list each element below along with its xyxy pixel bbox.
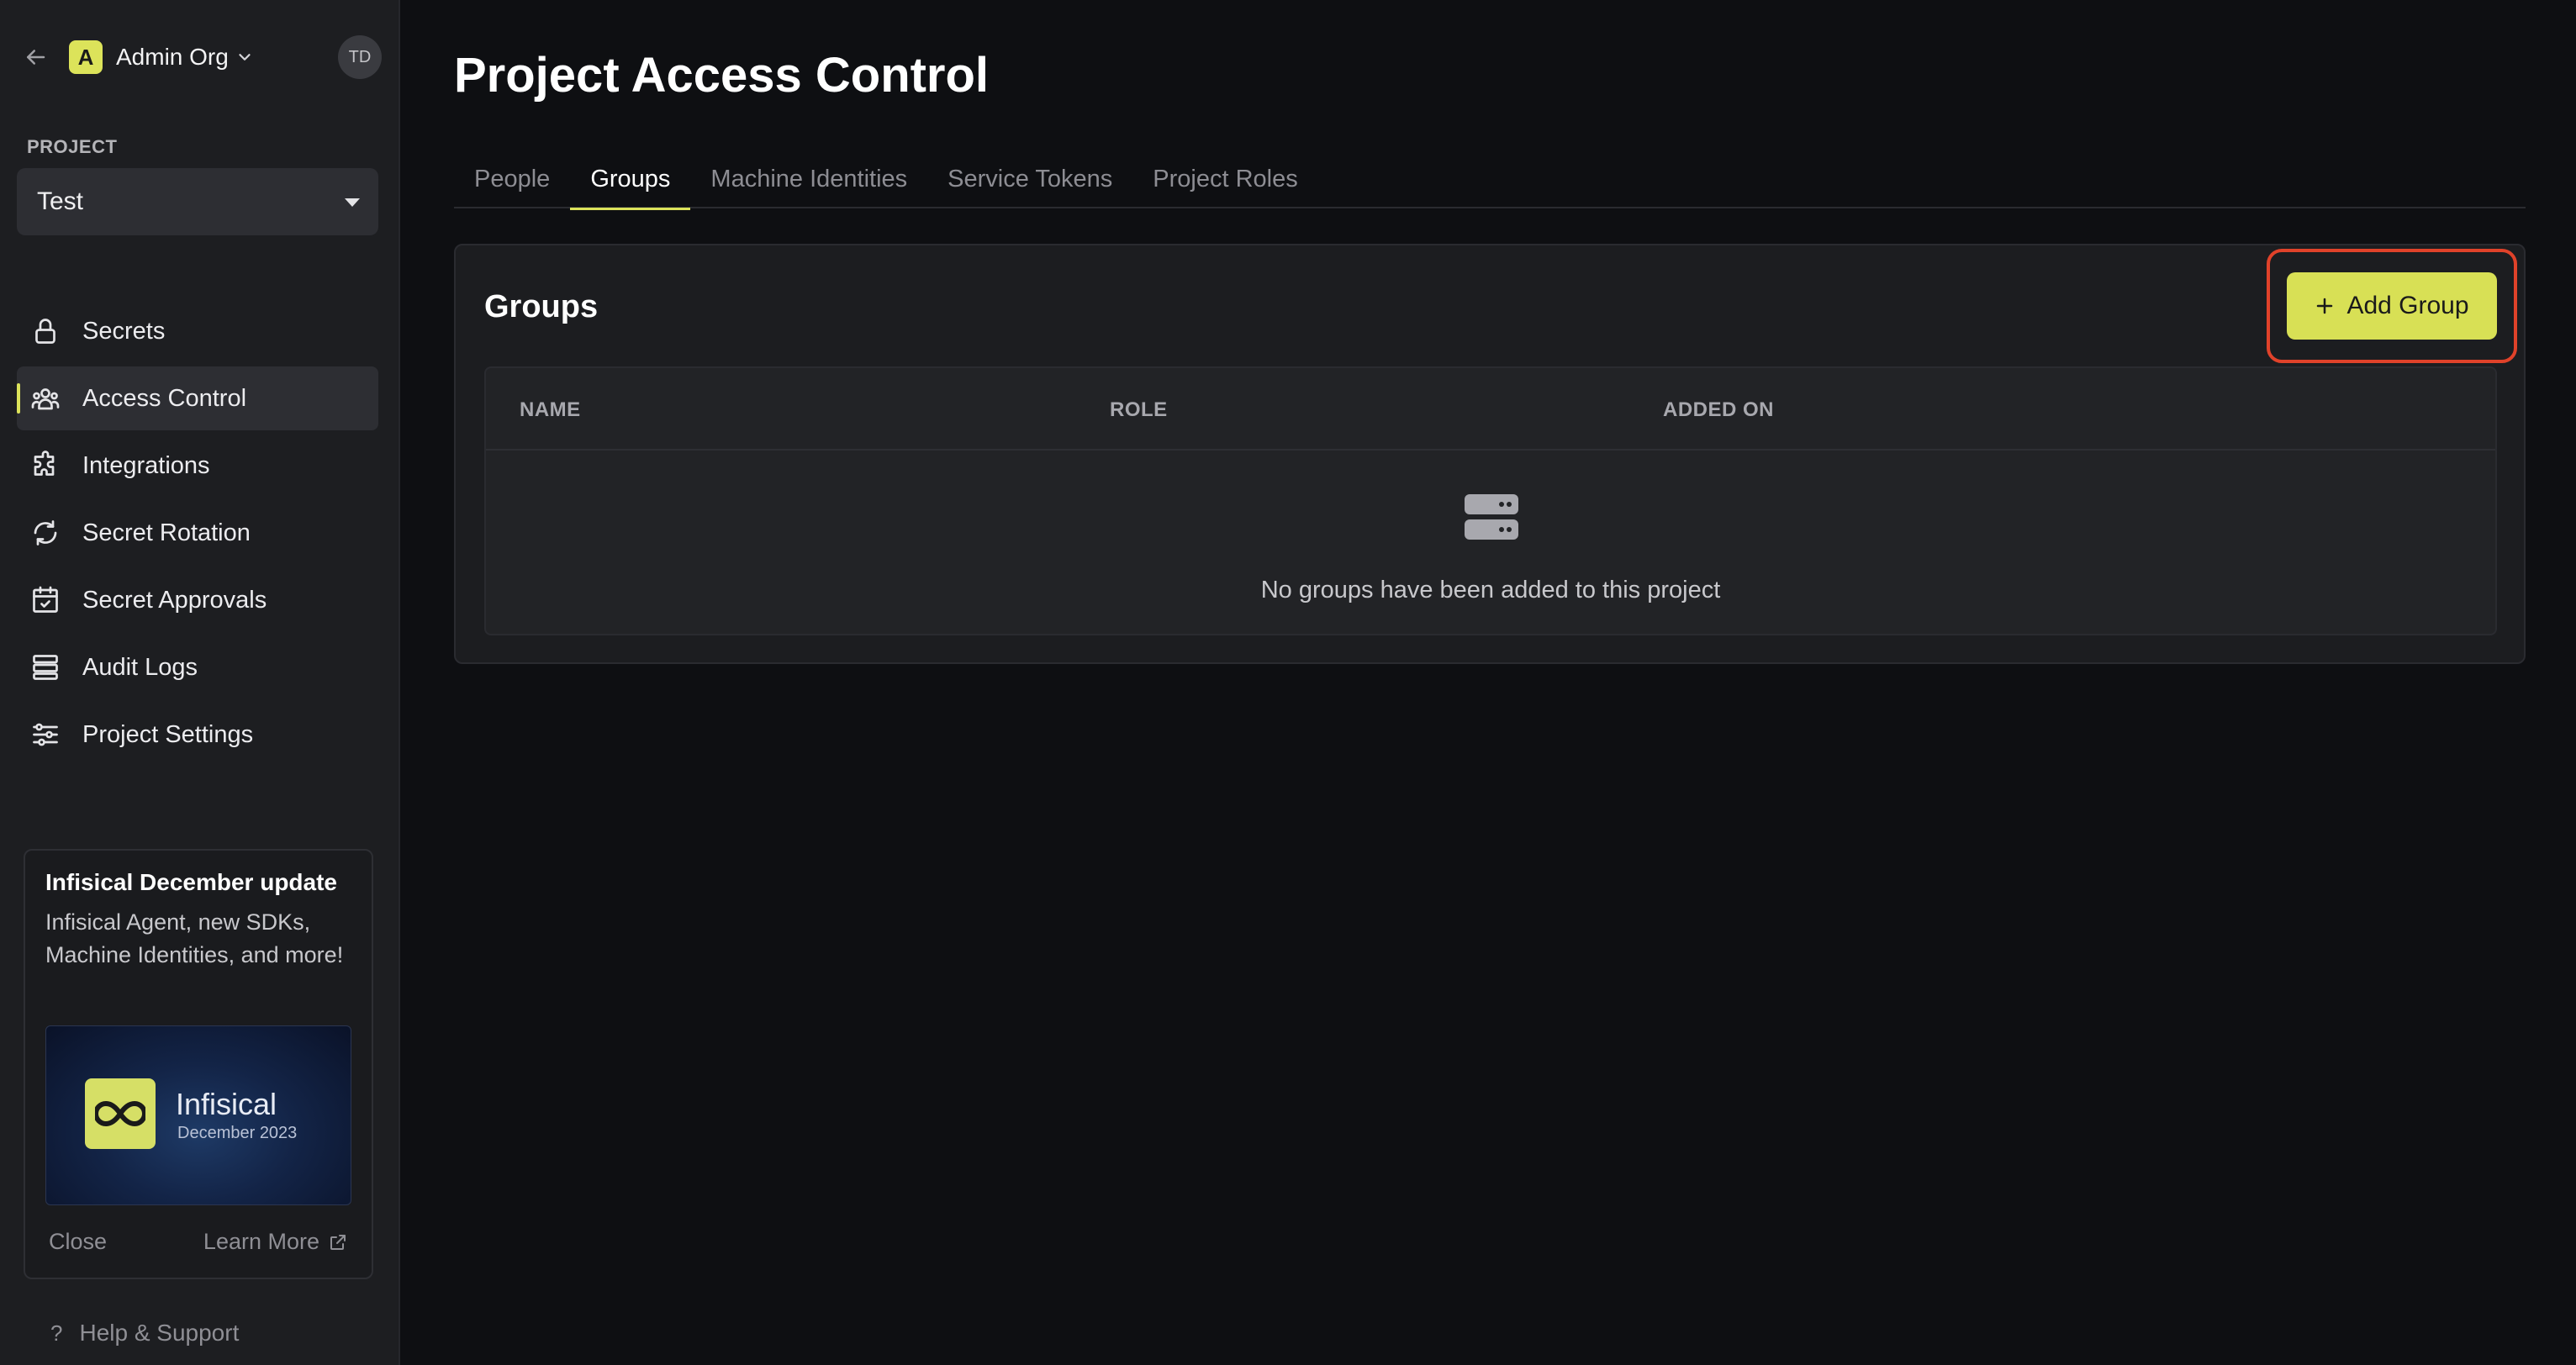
tab-people[interactable]: People — [454, 150, 570, 208]
tab-bar: People Groups Machine Identities Service… — [454, 150, 2526, 210]
users-icon — [29, 382, 62, 415]
column-header-role: ROLE — [1110, 398, 1168, 421]
column-header-name: NAME — [520, 398, 581, 421]
caret-down-icon — [345, 198, 360, 207]
tab-project-roles[interactable]: Project Roles — [1132, 150, 1317, 208]
brand-date: December 2023 — [177, 1124, 298, 1142]
tab-service-tokens[interactable]: Service Tokens — [927, 150, 1132, 208]
sidebar-item-secret-rotation[interactable]: Secret Rotation — [17, 501, 378, 565]
sidebar-item-label: Project Settings — [82, 720, 254, 748]
question-mark-icon: ? — [50, 1320, 63, 1346]
project-select-value: Test — [37, 187, 84, 215]
chevron-down-icon[interactable] — [235, 47, 256, 67]
learn-more-label: Learn More — [203, 1229, 319, 1254]
sidebar-item-label: Audit Logs — [82, 653, 198, 681]
update-card-image[interactable]: Infisical December 2023 — [45, 1025, 351, 1205]
empty-state-message: No groups have been added to this projec… — [1260, 577, 1721, 603]
project-select[interactable]: Test — [17, 168, 378, 235]
brand-name: Infisical — [176, 1087, 277, 1121]
external-link-icon — [328, 1231, 350, 1253]
sidebar-item-label: Secret Rotation — [82, 519, 251, 546]
sidebar-item-label: Integrations — [82, 451, 210, 479]
rotate-icon — [29, 516, 62, 550]
infinity-icon — [85, 1078, 156, 1149]
groups-panel: Groups Add Group NAME ROLE ADDED ON No g… — [454, 244, 2526, 664]
sidebar-item-label: Access Control — [82, 384, 247, 412]
sidebar: A Admin Org TD PROJECT Test Secrets Acce… — [0, 0, 400, 1365]
sidebar-item-secret-approvals[interactable]: Secret Approvals — [17, 568, 378, 632]
sidebar-item-label: Secrets — [82, 317, 166, 345]
table-header: NAME ROLE ADDED ON — [486, 368, 2495, 451]
server-icon — [1463, 493, 1520, 541]
plus-icon — [2315, 296, 2335, 316]
arrow-left-icon[interactable] — [20, 42, 50, 72]
sidebar-nav: Secrets Access Control Integrations Secr… — [17, 299, 378, 770]
add-group-button[interactable]: Add Group — [2287, 272, 2497, 340]
project-label: PROJECT — [27, 136, 118, 157]
org-logo[interactable]: A — [69, 40, 103, 74]
close-button[interactable]: Close — [49, 1229, 107, 1255]
update-card: Infisical December update Infisical Agen… — [24, 849, 373, 1279]
sidebar-item-secrets[interactable]: Secrets — [17, 299, 378, 363]
groups-panel-title: Groups — [484, 289, 599, 324]
puzzle-icon — [29, 449, 62, 482]
tab-groups[interactable]: Groups — [570, 150, 691, 210]
empty-state: No groups have been added to this projec… — [486, 451, 2495, 634]
learn-more-link[interactable]: Learn More — [203, 1229, 350, 1255]
org-name[interactable]: Admin Org — [116, 44, 229, 71]
page-title: Project Access Control — [454, 48, 990, 103]
help-support-link[interactable]: ? Help & Support — [50, 1320, 239, 1347]
tab-machine-identities[interactable]: Machine Identities — [690, 150, 927, 208]
sidebar-item-audit-logs[interactable]: Audit Logs — [17, 635, 378, 699]
user-avatar[interactable]: TD — [338, 35, 382, 79]
sidebar-item-label: Secret Approvals — [82, 586, 267, 614]
sidebar-item-project-settings[interactable]: Project Settings — [17, 703, 378, 767]
update-card-title: Infisical December update — [45, 869, 338, 895]
groups-table: NAME ROLE ADDED ON No groups have been a… — [484, 366, 2497, 635]
add-group-highlight: Add Group — [2267, 249, 2517, 363]
sidebar-item-access-control[interactable]: Access Control — [17, 366, 378, 430]
update-card-body: Infisical Agent, new SDKs, Machine Ident… — [45, 909, 344, 967]
calendar-check-icon — [29, 583, 62, 617]
column-header-added-on: ADDED ON — [1663, 398, 1775, 421]
main-content: Project Access Control People Groups Mac… — [454, 0, 2526, 1365]
sliders-icon — [29, 718, 62, 751]
lock-icon — [29, 314, 62, 348]
org-switcher-row: A Admin Org TD — [20, 35, 382, 79]
help-support-label: Help & Support — [79, 1320, 240, 1346]
sidebar-item-integrations[interactable]: Integrations — [17, 434, 378, 498]
add-group-label: Add Group — [2346, 292, 2469, 319]
list-icon — [29, 651, 62, 684]
